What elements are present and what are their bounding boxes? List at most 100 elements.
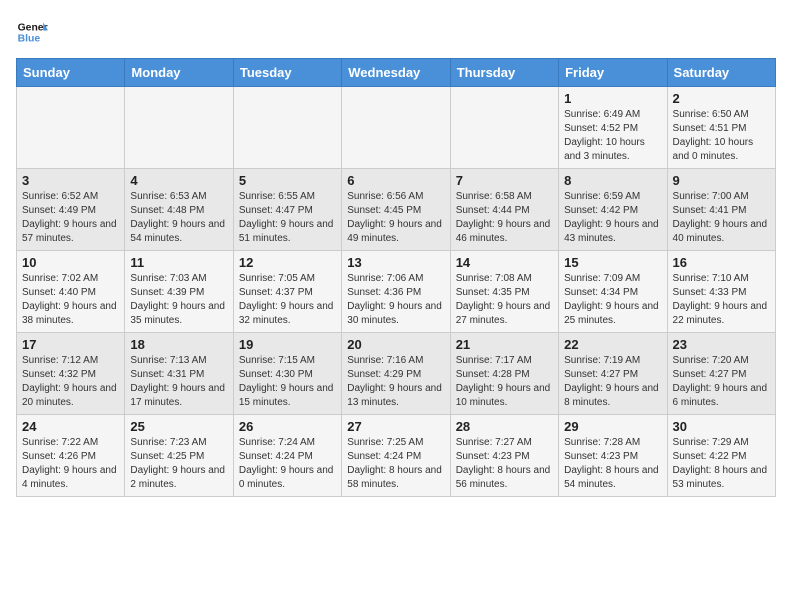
day-info: Sunrise: 7:08 AM Sunset: 4:35 PM Dayligh… <box>456 272 553 328</box>
day-info: Sunrise: 6:49 AM Sunset: 4:52 PM Dayligh… <box>564 108 661 164</box>
weekday-header-row: SundayMondayTuesdayWednesdayThursdayFrid… <box>17 59 776 87</box>
week-row-5: 24Sunrise: 7:22 AM Sunset: 4:26 PM Dayli… <box>17 415 776 497</box>
day-number: 11 <box>130 255 227 270</box>
day-number: 9 <box>673 173 770 188</box>
day-info: Sunrise: 7:06 AM Sunset: 4:36 PM Dayligh… <box>347 272 444 328</box>
weekday-header-friday: Friday <box>559 59 667 87</box>
day-number: 13 <box>347 255 444 270</box>
day-number: 5 <box>239 173 336 188</box>
day-info: Sunrise: 7:24 AM Sunset: 4:24 PM Dayligh… <box>239 436 336 492</box>
day-info: Sunrise: 7:16 AM Sunset: 4:29 PM Dayligh… <box>347 354 444 410</box>
day-number: 4 <box>130 173 227 188</box>
day-number: 1 <box>564 91 661 106</box>
day-info: Sunrise: 6:52 AM Sunset: 4:49 PM Dayligh… <box>22 190 119 246</box>
day-number: 27 <box>347 419 444 434</box>
day-info: Sunrise: 6:59 AM Sunset: 4:42 PM Dayligh… <box>564 190 661 246</box>
day-number: 22 <box>564 337 661 352</box>
logo-icon: General Blue <box>16 16 48 48</box>
page-header: General Blue <box>16 16 776 48</box>
day-info: Sunrise: 7:29 AM Sunset: 4:22 PM Dayligh… <box>673 436 770 492</box>
calendar-cell: 24Sunrise: 7:22 AM Sunset: 4:26 PM Dayli… <box>17 415 125 497</box>
day-number: 18 <box>130 337 227 352</box>
calendar-cell: 26 Sunrise: 7:24 AM Sunset: 4:24 PM Dayli… <box>233 415 341 497</box>
day-info: Sunrise: 7:20 AM Sunset: 4:27 PM Dayligh… <box>673 354 770 410</box>
day-number: 17 <box>22 337 119 352</box>
day-number: 20 <box>347 337 444 352</box>
day-number: 26 <box>239 419 336 434</box>
calendar-cell: 14 Sunrise: 7:08 AM Sunset: 4:35 PM Dayli… <box>450 251 558 333</box>
day-number: 10 <box>22 255 119 270</box>
calendar-table: SundayMondayTuesdayWednesdayThursdayFrid… <box>16 58 776 497</box>
calendar-cell: 16Sunrise: 7:10 AM Sunset: 4:33 PM Dayli… <box>667 251 775 333</box>
day-info: Sunrise: 7:28 AM Sunset: 4:23 PM Dayligh… <box>564 436 661 492</box>
day-number: 6 <box>347 173 444 188</box>
day-info: Sunrise: 7:09 AM Sunset: 4:34 PM Dayligh… <box>564 272 661 328</box>
calendar-cell: 5Sunrise: 6:55 AM Sunset: 4:47 PM Daylig… <box>233 169 341 251</box>
calendar-cell: 6 Sunrise: 6:56 AM Sunset: 4:45 PM Daylig… <box>342 169 450 251</box>
day-info: Sunrise: 6:53 AM Sunset: 4:48 PM Dayligh… <box>130 190 227 246</box>
calendar-cell: 11 Sunrise: 7:03 AM Sunset: 4:39 PM Dayli… <box>125 251 233 333</box>
calendar-cell: 4 Sunrise: 6:53 AM Sunset: 4:48 PM Daylig… <box>125 169 233 251</box>
calendar-cell <box>233 87 341 169</box>
day-info: Sunrise: 7:15 AM Sunset: 4:30 PM Dayligh… <box>239 354 336 410</box>
day-info: Sunrise: 7:23 AM Sunset: 4:25 PM Dayligh… <box>130 436 227 492</box>
day-info: Sunrise: 7:13 AM Sunset: 4:31 PM Dayligh… <box>130 354 227 410</box>
day-info: Sunrise: 7:05 AM Sunset: 4:37 PM Dayligh… <box>239 272 336 328</box>
logo: General Blue <box>16 16 52 48</box>
day-info: Sunrise: 7:02 AM Sunset: 4:40 PM Dayligh… <box>22 272 119 328</box>
calendar-cell: 29 Sunrise: 7:28 AM Sunset: 4:23 PM Dayli… <box>559 415 667 497</box>
day-number: 29 <box>564 419 661 434</box>
day-info: Sunrise: 7:03 AM Sunset: 4:39 PM Dayligh… <box>130 272 227 328</box>
weekday-header-thursday: Thursday <box>450 59 558 87</box>
weekday-header-saturday: Saturday <box>667 59 775 87</box>
day-number: 23 <box>673 337 770 352</box>
calendar-cell <box>450 87 558 169</box>
day-number: 24 <box>22 419 119 434</box>
calendar-cell: 22 Sunrise: 7:19 AM Sunset: 4:27 PM Dayli… <box>559 333 667 415</box>
day-number: 25 <box>130 419 227 434</box>
calendar-cell: 21 Sunrise: 7:17 AM Sunset: 4:28 PM Dayli… <box>450 333 558 415</box>
day-number: 15 <box>564 255 661 270</box>
calendar-cell: 9 Sunrise: 7:00 AM Sunset: 4:41 PM Daylig… <box>667 169 775 251</box>
day-info: Sunrise: 6:56 AM Sunset: 4:45 PM Dayligh… <box>347 190 444 246</box>
calendar-cell: 18 Sunrise: 7:13 AM Sunset: 4:31 PM Dayli… <box>125 333 233 415</box>
day-number: 21 <box>456 337 553 352</box>
calendar-cell: 20 Sunrise: 7:16 AM Sunset: 4:29 PM Dayli… <box>342 333 450 415</box>
calendar-cell: 30 Sunrise: 7:29 AM Sunset: 4:22 PM Dayli… <box>667 415 775 497</box>
day-number: 14 <box>456 255 553 270</box>
calendar-cell: 27 Sunrise: 7:25 AM Sunset: 4:24 PM Dayli… <box>342 415 450 497</box>
calendar-cell: 2Sunrise: 6:50 AM Sunset: 4:51 PM Daylig… <box>667 87 775 169</box>
day-info: Sunrise: 7:25 AM Sunset: 4:24 PM Dayligh… <box>347 436 444 492</box>
calendar-cell <box>125 87 233 169</box>
calendar-cell: 17Sunrise: 7:12 AM Sunset: 4:32 PM Dayli… <box>17 333 125 415</box>
calendar-cell: 8 Sunrise: 6:59 AM Sunset: 4:42 PM Daylig… <box>559 169 667 251</box>
day-number: 19 <box>239 337 336 352</box>
calendar-cell: 28Sunrise: 7:27 AM Sunset: 4:23 PM Dayli… <box>450 415 558 497</box>
day-number: 3 <box>22 173 119 188</box>
day-info: Sunrise: 7:17 AM Sunset: 4:28 PM Dayligh… <box>456 354 553 410</box>
calendar-cell: 12Sunrise: 7:05 AM Sunset: 4:37 PM Dayli… <box>233 251 341 333</box>
calendar-cell: 13 Sunrise: 7:06 AM Sunset: 4:36 PM Dayli… <box>342 251 450 333</box>
day-info: Sunrise: 7:00 AM Sunset: 4:41 PM Dayligh… <box>673 190 770 246</box>
day-info: Sunrise: 7:19 AM Sunset: 4:27 PM Dayligh… <box>564 354 661 410</box>
calendar-cell: 19 Sunrise: 7:15 AM Sunset: 4:30 PM Dayli… <box>233 333 341 415</box>
calendar-cell: 15 Sunrise: 7:09 AM Sunset: 4:34 PM Dayli… <box>559 251 667 333</box>
calendar-cell: 25 Sunrise: 7:23 AM Sunset: 4:25 PM Dayli… <box>125 415 233 497</box>
weekday-header-monday: Monday <box>125 59 233 87</box>
weekday-header-sunday: Sunday <box>17 59 125 87</box>
week-row-1: 1 Sunrise: 6:49 AM Sunset: 4:52 PM Daylig… <box>17 87 776 169</box>
svg-text:Blue: Blue <box>18 34 41 45</box>
weekday-header-wednesday: Wednesday <box>342 59 450 87</box>
calendar-cell <box>342 87 450 169</box>
day-info: Sunrise: 7:27 AM Sunset: 4:23 PM Dayligh… <box>456 436 553 492</box>
day-number: 30 <box>673 419 770 434</box>
day-number: 2 <box>673 91 770 106</box>
day-number: 8 <box>564 173 661 188</box>
calendar-cell: 7Sunrise: 6:58 AM Sunset: 4:44 PM Daylig… <box>450 169 558 251</box>
calendar-cell: 3 Sunrise: 6:52 AM Sunset: 4:49 PM Daylig… <box>17 169 125 251</box>
week-row-3: 10 Sunrise: 7:02 AM Sunset: 4:40 PM Dayli… <box>17 251 776 333</box>
weekday-header-tuesday: Tuesday <box>233 59 341 87</box>
calendar-cell: 10 Sunrise: 7:02 AM Sunset: 4:40 PM Dayli… <box>17 251 125 333</box>
calendar-cell <box>17 87 125 169</box>
day-info: Sunrise: 7:10 AM Sunset: 4:33 PM Dayligh… <box>673 272 770 328</box>
